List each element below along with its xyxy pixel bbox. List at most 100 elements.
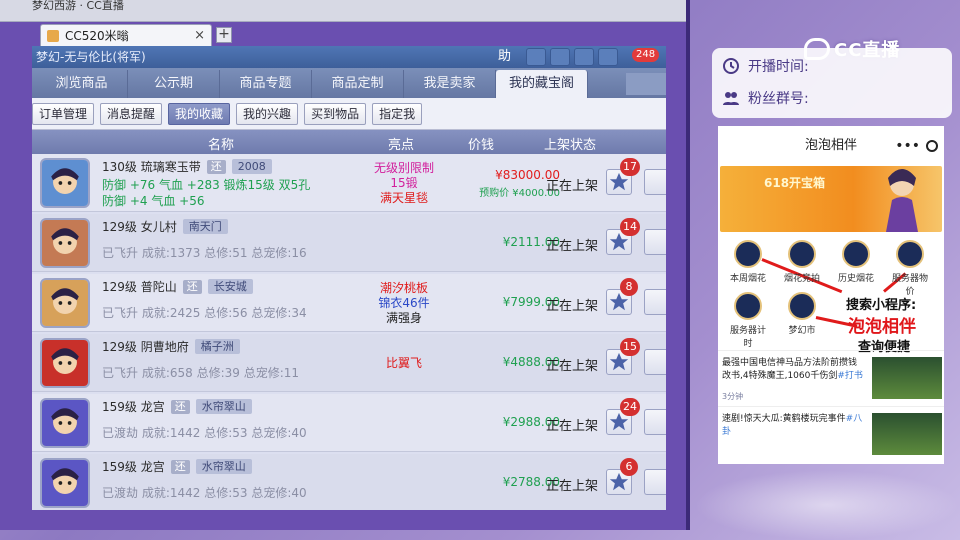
news-feed: 最强中国电信神马品方法阶前攒钱改书,4特殊魔王,1060千伤剑#打书 3分钟 速剧!… (718, 350, 944, 462)
sub-nav-button[interactable]: 我的兴趣 (236, 102, 299, 125)
avatar-portrait-icon (42, 280, 88, 326)
more-icon[interactable]: ••• (895, 126, 920, 166)
character-avatar[interactable] (40, 218, 90, 268)
toolbar-icon[interactable] (550, 48, 570, 66)
item-level-name[interactable]: 159级 龙宫 (102, 458, 165, 475)
item-level-name[interactable]: 130级 琉璃寒玉带 (102, 158, 201, 175)
grid-item-icon (734, 292, 762, 320)
table-row[interactable]: 129级 女儿村 南天门 已飞升 成就:1373 总修:51 总宠修:16 ¥2111… (32, 214, 666, 272)
grid-item-icon (788, 292, 816, 320)
listing-status: 正在上架 (545, 419, 598, 434)
item-title-line: 159级 龙宫还水帘翠山 (102, 458, 252, 475)
promo-title: 泡泡相伴 (804, 138, 857, 153)
listing-status: 正在上架 (545, 479, 598, 494)
bargain-tag: 还 (170, 399, 190, 414)
toolbar-icon[interactable] (526, 48, 546, 66)
promo-banner[interactable]: 618开宝箱 (720, 166, 942, 232)
nav-tab[interactable]: 浏览商品 (36, 70, 128, 98)
promo-grid-item[interactable]: 服务器物价 (888, 240, 932, 297)
character-avatar[interactable] (40, 338, 90, 388)
promo-grid-item[interactable]: 服务器计时 (726, 292, 770, 349)
sub-nav-button[interactable]: 订单管理 (32, 102, 95, 125)
promo-grid-item[interactable]: 烟花竞拍 (780, 240, 824, 284)
news-item[interactable]: 速剧!惊天大瓜:黄鹤楼玩完事件#八卦 (718, 406, 944, 462)
fan-group-row: 粉丝群号: (722, 88, 809, 108)
stream-overlay: CC直播 开播时间: 粉丝群号: 泡泡相伴 ••• 618开宝箱 (694, 0, 960, 540)
table-row[interactable]: 159级 龙宫还水帘翠山 已渡劫 成就:1442 总修:53 总宠修:40 ¥298… (32, 394, 666, 452)
nav-tab[interactable]: 公示期 (128, 70, 220, 98)
sub-nav-button[interactable]: 指定我 (372, 102, 423, 125)
table-row[interactable]: 129级 普陀山还长安城 已飞升 成就:2425 总修:56 总宠修:34 潮汐桃板… (32, 274, 666, 332)
item-stats-extra: 防御 +4 气血 +56 (102, 194, 205, 208)
cangbaoge-app: 梦幻-无与伦比(将军) 助 248 浏览商品 公示期 商品专题 商品定制 我是卖家 我的藏… (32, 46, 666, 510)
toolbar-icon[interactable] (574, 48, 594, 66)
column-header-status: 上架状态 (544, 138, 597, 153)
favorite-count-badge: 8 (620, 278, 638, 296)
table-header: 名称 亮点 价钱 上架状态 (32, 130, 666, 154)
sub-nav-button[interactable]: 我的收藏 (168, 102, 231, 125)
titlebar-icons (526, 48, 618, 66)
server-tag: 水帘翠山 (195, 399, 252, 414)
nav-tab[interactable]: 商品定制 (312, 70, 404, 98)
target-icon[interactable] (926, 140, 938, 152)
server-tag: 长安城 (207, 279, 253, 294)
grid-item-label: 服务器计时 (729, 326, 766, 349)
grid-item-icon (788, 240, 816, 268)
sub-nav-bar: 订单管理 消息提醒 我的收藏 我的兴趣 买到物品 指定我 (32, 98, 666, 130)
item-level-name[interactable]: 129级 女儿村 (102, 218, 177, 235)
toolbar-icon[interactable] (598, 48, 618, 66)
cart-button[interactable] (644, 409, 666, 435)
tab-close-icon[interactable]: × (194, 28, 205, 43)
cart-button[interactable] (644, 469, 666, 495)
promo-grid-item[interactable]: 本周烟花 (726, 240, 770, 284)
avatar-portrait-icon (42, 460, 88, 506)
sub-nav-button[interactable]: 消息提醒 (100, 102, 163, 125)
cart-button[interactable] (644, 289, 666, 315)
item-level-name[interactable]: 129级 普陀山 (102, 278, 177, 295)
character-figure-icon (886, 169, 918, 232)
server-tag: 水帘翠山 (195, 459, 252, 474)
browser-tab[interactable]: CC520米暡 × (40, 24, 212, 46)
table-row[interactable]: 159级 龙宫还水帘翠山 已渡劫 成就:1442 总修:53 总宠修:40 ¥278… (32, 454, 666, 510)
grid-item-label: 服务器物价 (891, 274, 928, 297)
nav-tab[interactable]: 我的藏宝阁 (496, 70, 588, 98)
item-stats: 防御 +76 气血 +283 锻炼15级 双5孔 (102, 178, 311, 192)
table-row[interactable]: 129级 阴曹地府 橘子洲 已飞升 成就:658 总修:39 总宠修:11 比翼飞 ¥4… (32, 334, 666, 392)
grid-item-label: 本周烟花 (729, 274, 766, 284)
cart-button[interactable] (644, 349, 666, 375)
bargain-tag: 还 (170, 459, 190, 474)
tab-label: CC520米暡 (65, 29, 129, 43)
news-hashtag[interactable]: #打书 (837, 371, 863, 381)
highlight-text: 无级别限制 (373, 160, 434, 175)
scrollbar[interactable] (666, 46, 686, 510)
nav-tab-overflow[interactable] (626, 73, 666, 95)
character-avatar[interactable] (40, 398, 90, 448)
news-thumbnail (872, 413, 942, 455)
character-avatar[interactable] (40, 158, 90, 208)
item-title-line: 159级 龙宫还水帘翠山 (102, 398, 252, 415)
help-button[interactable]: 助 (498, 46, 511, 68)
promo-grid-item[interactable]: 梦幻市 (780, 292, 824, 336)
item-level-name[interactable]: 159级 龙宫 (102, 398, 165, 415)
new-tab-button[interactable]: + (216, 27, 232, 43)
avatar-portrait-icon (42, 220, 88, 266)
item-stats: 已飞升 成就:1373 总修:51 总宠修:16 (102, 246, 307, 260)
item-level-name[interactable]: 129级 阴曹地府 (102, 338, 189, 355)
nav-tab[interactable]: 商品专题 (220, 70, 312, 98)
fan-group-label: 粉丝群号: (748, 91, 809, 107)
cart-button[interactable] (644, 169, 666, 195)
item-title-line: 129级 阴曹地府 橘子洲 (102, 338, 240, 355)
character-avatar[interactable] (40, 278, 90, 328)
people-icon (723, 92, 739, 105)
table-row[interactable]: 130级 琉璃寒玉带还 2008 防御 +76 气血 +283 锻炼15级 双5孔防… (32, 154, 666, 212)
promo-grid-item[interactable]: 历史烟花 (834, 240, 878, 284)
grid-item-label: 梦幻市 (788, 326, 816, 336)
news-headline: 速剧!惊天大瓜:黄鹤楼玩完事件 (722, 414, 846, 424)
news-thumbnail (872, 357, 942, 399)
news-item[interactable]: 最强中国电信神马品方法阶前攒钱改书,4特殊魔王,1060千伤剑#打书 3分钟 (718, 350, 944, 406)
nav-tab[interactable]: 我是卖家 (404, 70, 496, 98)
character-avatar[interactable] (40, 458, 90, 508)
stream-info-box: 开播时间: 粉丝群号: (712, 48, 952, 118)
cart-button[interactable] (644, 229, 666, 255)
sub-nav-button[interactable]: 买到物品 (304, 102, 367, 125)
